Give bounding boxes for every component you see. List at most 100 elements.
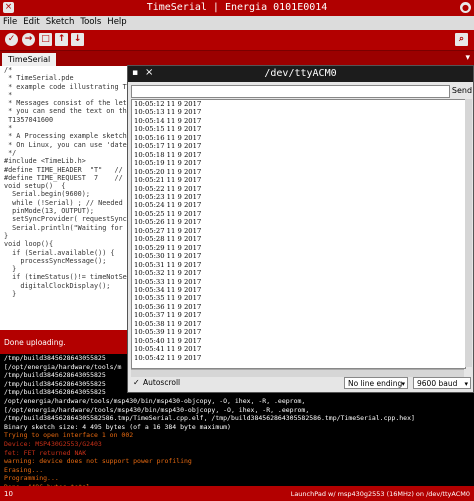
line-number: 10 [4,490,13,498]
code-line: * example code illustrating T [4,82,127,91]
new-sketch-icon[interactable]: □ [39,33,52,46]
tab-timeserial[interactable]: TimeSerial [2,53,57,66]
serial-output-line: 10:05:40 11 9 2017 [134,336,202,345]
console-line: Trying to open interface 1 on 002 [4,431,134,440]
ide-window-title: TimeSerial | Energia 0101E0014 [146,2,328,13]
console-line: Binary sketch size: 4 495 bytes (of a 16… [4,422,231,431]
code-line: * you can send the text on the [4,107,130,116]
code-line: processSyncMessage(); [4,256,107,265]
checkbox-check-icon: ✓ [133,378,140,387]
serial-output-line: 10:05:18 11 9 2017 [134,150,202,159]
serial-output-line: 10:05:13 11 9 2017 [134,108,202,117]
save-sketch-icon[interactable]: ↓ [71,33,84,46]
code-line: * Messages consist of the lett [4,99,130,108]
serial-output-line: 10:05:37 11 9 2017 [134,311,202,320]
serial-output-line: 10:05:23 11 9 2017 [134,192,202,201]
serial-output-line: 10:05:38 11 9 2017 [134,319,202,328]
serial-output-line: 10:05:24 11 9 2017 [134,201,202,210]
code-line: * On Linux, you can use 'date [4,140,127,149]
serial-output-line: 10:05:32 11 9 2017 [134,269,202,278]
serial-output-line: 10:05:29 11 9 2017 [134,243,202,252]
footer-bar: 10 LaunchPad w/ msp430g2553 (16MHz) on /… [0,486,474,501]
serial-output-line: 10:05:42 11 9 2017 [134,353,202,362]
code-line: Serial.println("Waiting for [4,223,123,232]
menu-edit[interactable]: Edit [20,16,42,28]
menu-file[interactable]: File [0,16,20,28]
serial-output-line: 10:05:34 11 9 2017 [134,285,202,294]
console-line: /opt/energia/hardware/tools/msp430/bin/m… [4,396,306,405]
baud-rate-value: 9600 baud [417,379,458,388]
code-line: } [4,265,17,274]
serial-title-bar: ▪ × /dev/ttyACM0 [128,66,473,82]
tab-bar: TimeSerial ▾ [0,51,474,66]
code-line: setSyncProvider( requestSync [4,215,127,224]
serial-monitor-icon[interactable]: ⌕ [455,33,468,46]
serial-output-line: 10:05:25 11 9 2017 [134,209,202,218]
status-message: Done uploading. [4,338,66,347]
open-sketch-icon[interactable]: ↑ [55,33,68,46]
serial-output[interactable]: 10:05:12 11 9 2017 10:05:13 11 9 2017 10:0… [131,99,466,369]
line-ending-value: No line ending [348,379,403,388]
serial-output-line: 10:05:26 11 9 2017 [134,218,202,227]
code-line: #define TIME_REQUEST 7 // [4,173,123,182]
menu-bar: File Edit Sketch Tools Help [0,16,474,30]
serial-output-line: 10:05:41 11 9 2017 [134,345,202,354]
serial-output-line: 10:05:39 11 9 2017 [134,328,202,337]
serial-window-title: /dev/ttyACM0 [264,68,337,79]
code-line: if (timeStatus()!= timeNotSe [4,273,127,282]
menu-help[interactable]: Help [104,16,129,28]
baud-rate-select[interactable]: 9600 baud ▾ [413,377,471,389]
autoscroll-label: Autoscroll [143,378,181,387]
serial-output-line: 10:05:17 11 9 2017 [134,142,202,151]
window-menu-icon[interactable]: ● [460,2,471,13]
serial-output-line: 10:05:28 11 9 2017 [134,235,202,244]
serial-output-line: 10:05:12 11 9 2017 [134,100,202,108]
serial-output-line: 10:05:20 11 9 2017 [134,167,202,176]
serial-output-line: 10:05:19 11 9 2017 [134,159,202,168]
code-line: pinMode(13, OUTPUT); [4,207,95,216]
send-button[interactable]: Send [451,84,473,98]
chevron-down-icon: ▾ [401,380,405,388]
autoscroll-checkbox[interactable]: ✓ Autoscroll [133,378,180,387]
serial-output-line: 10:05:14 11 9 2017 [134,116,202,125]
serial-output-line: 10:05:35 11 9 2017 [134,294,202,303]
code-line: * A Processing example sketch [4,132,127,141]
code-line: #include <TimeLib.h> [4,157,86,166]
code-line: if (Serial.available()) { [4,248,115,257]
menu-sketch[interactable]: Sketch [43,16,78,28]
tab-menu-icon[interactable]: ▾ [465,53,470,63]
toolbar: ✓ → □ ↑ ↓ ⌕ [0,30,474,51]
serial-output-line: 10:05:27 11 9 2017 [134,226,202,235]
chevron-down-icon: ▾ [464,380,468,388]
code-line: } [4,231,9,240]
code-line: void loop(){ [4,240,54,249]
serial-horizontal-scrollbar[interactable] [131,369,464,377]
code-line: while (!Serial) ; // Needed [4,198,123,207]
console-line: warning: device does not support power p… [4,457,192,466]
console-line: Device: MSP430G2553/G2403 [4,439,102,448]
serial-output-line: 10:05:21 11 9 2017 [134,176,202,185]
code-editor[interactable]: /* * TimeSerial.pde * example code illus… [0,66,130,330]
verify-icon[interactable]: ✓ [5,33,18,46]
code-line: * [4,124,13,133]
serial-output-line: 10:05:16 11 9 2017 [134,133,202,142]
menu-tools[interactable]: Tools [77,16,104,28]
serial-output-line: 10:05:31 11 9 2017 [134,260,202,269]
status-bar: Done uploading. [0,330,130,354]
code-line: #define TIME_HEADER "T" // [4,165,123,174]
serial-output-line: 10:05:15 11 9 2017 [134,125,202,134]
code-line: void setup() { [4,182,66,191]
code-line: * [4,90,13,99]
serial-output-line: 10:05:22 11 9 2017 [134,184,202,193]
console-line: /tmp/build384562864305582586.tmp/TimeSer… [4,414,415,423]
console-line: [/opt/energia/hardware/tools/msp430/bin/… [4,405,310,414]
serial-send-input[interactable] [131,85,450,98]
line-ending-select[interactable]: No line ending ▾ [344,377,408,389]
serial-output-line: 10:05:36 11 9 2017 [134,302,202,311]
serial-output-line: 10:05:33 11 9 2017 [134,277,202,286]
upload-icon[interactable]: → [22,33,35,46]
serial-vertical-scrollbar[interactable] [465,99,472,367]
code-line: digitalClockDisplay(); [4,281,111,290]
console-line: Programming... [4,474,59,483]
ide-title-bar: × TimeSerial | Energia 0101E0014 ● [0,0,474,16]
